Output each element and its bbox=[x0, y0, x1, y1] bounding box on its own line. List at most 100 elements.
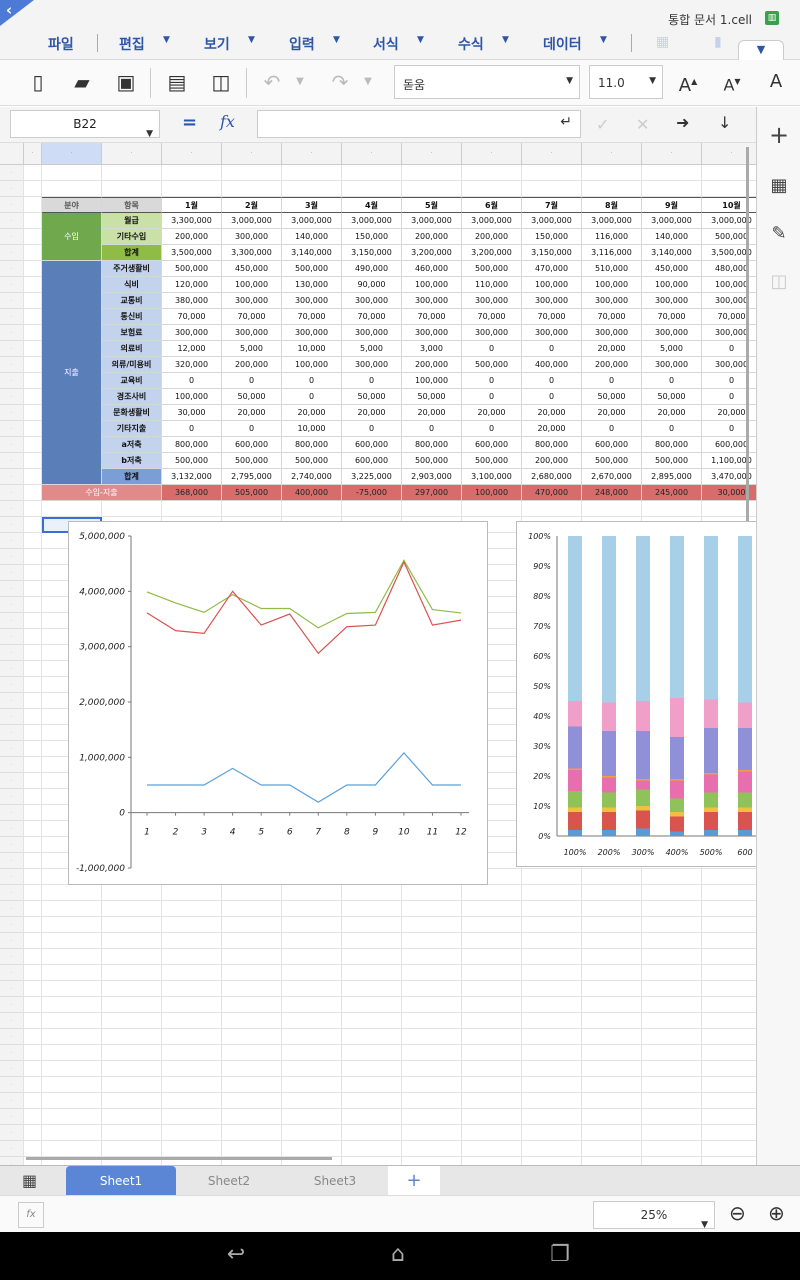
table-cell[interactable]: 50,000 bbox=[642, 389, 702, 405]
table-cell[interactable]: 3,000,000 bbox=[402, 213, 462, 229]
pen-icon[interactable]: ✎ bbox=[757, 223, 800, 244]
table-cell[interactable]: 800,000 bbox=[282, 437, 342, 453]
table-cell[interactable]: 100,000 bbox=[282, 357, 342, 373]
table-cell[interactable]: 400,000 bbox=[282, 485, 342, 501]
row-label[interactable]: 의류/미용비 bbox=[102, 357, 162, 373]
row-header[interactable]: · bbox=[0, 1093, 24, 1109]
table-cell[interactable]: 0 bbox=[282, 373, 342, 389]
table-cell[interactable]: 3,000,000 bbox=[582, 213, 642, 229]
table-cell[interactable]: 2,895,000 bbox=[642, 469, 702, 485]
row-header[interactable]: · bbox=[0, 453, 24, 469]
table-cell[interactable]: 3,140,000 bbox=[642, 245, 702, 261]
row-header[interactable]: · bbox=[0, 869, 24, 885]
row-header[interactable]: · bbox=[0, 341, 24, 357]
table-cell[interactable]: 320,000 bbox=[162, 357, 222, 373]
table-cell[interactable]: 490,000 bbox=[342, 261, 402, 277]
table-cell[interactable]: 3,000,000 bbox=[462, 213, 522, 229]
column-header[interactable]: · bbox=[222, 143, 282, 165]
table-cell[interactable]: 200,000 bbox=[462, 229, 522, 245]
row-header[interactable]: · bbox=[0, 1045, 24, 1061]
row-header[interactable]: · bbox=[0, 629, 24, 645]
font-size-select[interactable]: 11.0 ▼ bbox=[589, 65, 663, 99]
table-cell[interactable]: 0 bbox=[462, 421, 522, 437]
row-header[interactable]: · bbox=[0, 1141, 24, 1157]
print-icon[interactable]: ▤ bbox=[165, 70, 189, 94]
layout-icon[interactable]: ◫ bbox=[757, 271, 800, 292]
column-header[interactable]: · bbox=[282, 143, 342, 165]
zoom-out-icon[interactable]: ⊖ bbox=[729, 1201, 746, 1225]
table-cell[interactable]: 116,000 bbox=[582, 229, 642, 245]
row-header[interactable]: · bbox=[0, 197, 24, 213]
table-cell[interactable]: 800,000 bbox=[162, 437, 222, 453]
row-header[interactable]: · bbox=[0, 469, 24, 485]
table-cell[interactable]: 0 bbox=[642, 373, 702, 389]
font-name-select[interactable]: 돋움 ▼ bbox=[394, 65, 580, 99]
table-header-cell[interactable]: 분야 bbox=[42, 197, 102, 213]
column-header[interactable]: · bbox=[402, 143, 462, 165]
confirm-icon[interactable]: ✓ bbox=[596, 115, 609, 134]
row-header[interactable]: · bbox=[0, 357, 24, 373]
row-header[interactable]: · bbox=[0, 1013, 24, 1029]
table-cell[interactable]: 300,000 bbox=[342, 357, 402, 373]
row-header[interactable]: · bbox=[0, 613, 24, 629]
line-chart[interactable]: 5,000,000 4,000,000 3,000,000 2,000,000 1,00… bbox=[68, 521, 488, 885]
table-cell[interactable]: 50,000 bbox=[582, 389, 642, 405]
back-icon[interactable]: ↩ bbox=[206, 1242, 266, 1267]
table-cell[interactable]: 500,000 bbox=[222, 453, 282, 469]
table-cell[interactable]: 500,000 bbox=[162, 261, 222, 277]
row-header[interactable]: · bbox=[0, 325, 24, 341]
row-label[interactable]: 경조사비 bbox=[102, 389, 162, 405]
table-cell[interactable]: 0 bbox=[462, 341, 522, 357]
enter-icon[interactable]: ↵ bbox=[560, 114, 572, 130]
row-label[interactable]: 기타지출 bbox=[102, 421, 162, 437]
row-label[interactable]: 의료비 bbox=[102, 341, 162, 357]
chevron-down-icon[interactable]: ▼ bbox=[163, 35, 170, 45]
table-cell[interactable]: 3,132,000 bbox=[162, 469, 222, 485]
table-cell[interactable]: 380,000 bbox=[162, 293, 222, 309]
table-cell[interactable]: 248,000 bbox=[582, 485, 642, 501]
row-header[interactable]: · bbox=[0, 165, 24, 181]
table-cell[interactable]: 470,000 bbox=[522, 261, 582, 277]
row-header[interactable]: · bbox=[0, 1157, 24, 1165]
chevron-down-icon[interactable]: ▼ bbox=[600, 35, 607, 45]
table-cell[interactable]: 130,000 bbox=[282, 277, 342, 293]
row-header[interactable]: · bbox=[0, 757, 24, 773]
table-cell[interactable]: 0 bbox=[522, 389, 582, 405]
table-cell[interactable]: 368,000 bbox=[162, 485, 222, 501]
row-header[interactable]: · bbox=[0, 981, 24, 997]
font-decrease-icon[interactable]: A▼ bbox=[720, 70, 744, 94]
recent-apps-icon[interactable]: ❐ bbox=[530, 1242, 590, 1267]
table-cell[interactable]: 3,150,000 bbox=[342, 245, 402, 261]
row-label[interactable]: 주거생활비 bbox=[102, 261, 162, 277]
row-header[interactable]: · bbox=[0, 213, 24, 229]
table-cell[interactable]: 3,225,000 bbox=[342, 469, 402, 485]
menu-view[interactable]: 보기 bbox=[204, 34, 230, 54]
table-cell[interactable]: 2,903,000 bbox=[402, 469, 462, 485]
row-header[interactable]: · bbox=[0, 693, 24, 709]
row-header[interactable]: · bbox=[0, 837, 24, 853]
table-cell[interactable]: 0 bbox=[462, 389, 522, 405]
table-cell[interactable]: 3,140,000 bbox=[282, 245, 342, 261]
row-label[interactable]: 교통비 bbox=[102, 293, 162, 309]
table-cell[interactable]: 100,000 bbox=[462, 485, 522, 501]
table-cell[interactable]: 20,000 bbox=[642, 405, 702, 421]
row-header[interactable]: · bbox=[0, 725, 24, 741]
row-header[interactable]: · bbox=[0, 677, 24, 693]
chevron-down-icon[interactable]: ▼ bbox=[356, 70, 380, 94]
table-cell[interactable]: 300,000 bbox=[642, 357, 702, 373]
table-header-cell[interactable]: 5월 bbox=[402, 197, 462, 213]
column-header[interactable]: · bbox=[462, 143, 522, 165]
table-cell[interactable]: 600,000 bbox=[342, 437, 402, 453]
table-cell[interactable]: 500,000 bbox=[162, 453, 222, 469]
table-cell[interactable]: 120,000 bbox=[162, 277, 222, 293]
chart-icon[interactable]: ▮ bbox=[714, 34, 722, 50]
table-cell[interactable]: 70,000 bbox=[642, 309, 702, 325]
table-cell[interactable]: 20,000 bbox=[522, 421, 582, 437]
table-cell[interactable]: 140,000 bbox=[282, 229, 342, 245]
new-document-icon[interactable]: ▯ bbox=[26, 70, 50, 94]
row-header[interactable]: · bbox=[0, 709, 24, 725]
tab-sheet2[interactable]: Sheet2 bbox=[176, 1166, 282, 1196]
row-label[interactable]: 교육비 bbox=[102, 373, 162, 389]
font-style-icon[interactable]: A bbox=[764, 70, 788, 94]
table-cell[interactable]: 70,000 bbox=[162, 309, 222, 325]
